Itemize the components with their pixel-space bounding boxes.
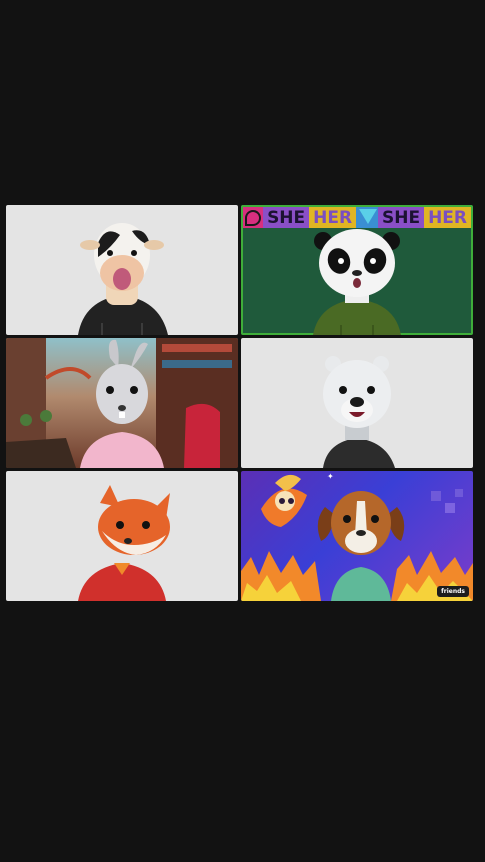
svg-text:✦: ✦ <box>327 472 334 481</box>
watermark-logo: friends <box>437 586 469 597</box>
bear-avatar <box>323 356 395 468</box>
participant-tile-rabbit[interactable] <box>6 338 238 468</box>
pronoun-she: SHE <box>263 207 310 228</box>
pronoun-her: HER <box>309 207 357 228</box>
pronoun-her-2: HER <box>424 207 471 228</box>
dog-avatar: ✦ <box>241 472 473 601</box>
participant-tile-cow[interactable] <box>6 205 238 335</box>
participant-tile-dog[interactable]: ✦ friends <box>241 471 473 601</box>
rabbit-avatar <box>6 338 238 468</box>
triangle-icon <box>356 207 378 228</box>
pronoun-she-2: SHE <box>377 207 425 228</box>
participant-tile-panda[interactable]: SHE HER SHE HER <box>241 205 473 335</box>
speech-bubble-icon <box>243 207 264 228</box>
pronoun-banner: SHE HER SHE HER <box>243 207 471 228</box>
fox-avatar <box>78 485 170 601</box>
cow-avatar <box>78 223 168 335</box>
video-grid: SHE HER SHE HER ✦ friends <box>6 205 473 602</box>
participant-tile-fox[interactable] <box>6 471 238 601</box>
participant-tile-bear[interactable] <box>241 338 473 468</box>
